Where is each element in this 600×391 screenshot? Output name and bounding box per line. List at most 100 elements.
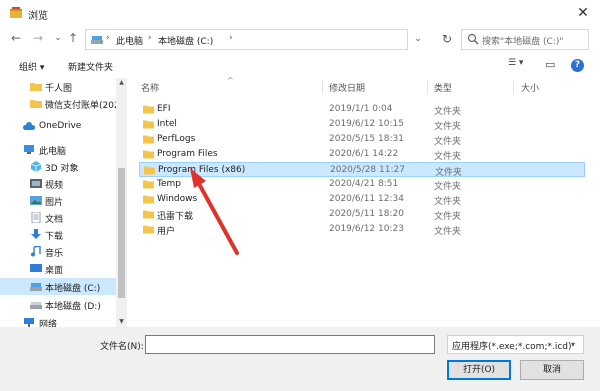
column-divider[interactable] [513, 80, 514, 94]
sidebar-item-wechat-bills[interactable]: 微信支付账单(202 [0, 95, 120, 112]
sidebar-item-documents[interactable]: 文档 [0, 209, 116, 226]
sidebar-scrollbar[interactable]: ▲ ▼ [116, 78, 127, 327]
sidebar-item-label: 网络 [39, 320, 58, 327]
file-name: 迅雷下载 [157, 212, 194, 222]
sidebar-item-local-disk-c[interactable]: 本地磁盘 (C:) [0, 278, 116, 295]
folder-icon [143, 210, 154, 219]
search-placeholder: 搜索"本地磁盘 (C:)" [482, 37, 564, 47]
column-header-modified[interactable]: 修改日期 [329, 81, 365, 94]
table-row[interactable]: Program Files 2020/6/1 14:22 文件夹 [139, 147, 585, 162]
open-button[interactable]: 打开(O) [447, 360, 511, 380]
search-icon [467, 33, 479, 45]
window-title: 浏览 [28, 11, 48, 22]
column-header-name[interactable]: 名称 [141, 81, 159, 94]
breadcrumb-separator: › [229, 33, 233, 43]
back-button[interactable]: ← [8, 30, 24, 46]
file-name: Windows [157, 194, 198, 204]
app-icon [10, 7, 22, 18]
sidebar-item-onedrive[interactable]: OneDrive [0, 118, 116, 135]
column-divider[interactable] [427, 80, 428, 94]
sidebar-item-label: 千人图 [45, 84, 73, 94]
dialog-footer: 文件名(N): ▾ 应用程序(*.exe;*.com;*.icd) ▾ 打开(O… [0, 327, 600, 391]
table-row[interactable]: EFI 2019/1/1 0:04 文件夹 [139, 102, 585, 117]
scrollbar-thumb[interactable] [118, 168, 125, 298]
navigation-bar: ← → ⌄ ↑ › 此电脑 › 本地磁盘 (C:) › ⌄ ↻ 搜索"本地磁盘 … [0, 26, 600, 52]
breadcrumb-local-disk-c[interactable]: 本地磁盘 (C:) [158, 34, 213, 47]
table-row[interactable]: 迅雷下载 2020/5/11 18:20 文件夹 [139, 207, 585, 222]
forward-button[interactable]: → [30, 30, 46, 46]
table-row[interactable]: PerfLogs 2020/5/15 18:31 文件夹 [139, 132, 585, 147]
column-header-type[interactable]: 类型 [434, 81, 452, 94]
sidebar-item-label: OneDrive [39, 121, 82, 131]
sidebar-item-desktop[interactable]: 桌面 [0, 260, 116, 277]
drive-icon [30, 302, 42, 309]
file-name: Temp [157, 179, 181, 189]
file-name: EFI [157, 104, 171, 114]
scroll-up-icon[interactable]: ▲ [116, 78, 127, 88]
file-name: Program Files [157, 149, 218, 159]
file-modified: 2020/5/28 11:27 [330, 165, 405, 175]
filetype-select[interactable]: 应用程序(*.exe;*.com;*.icd) ▾ [447, 335, 584, 354]
address-dropdown[interactable]: ⌄ [410, 29, 426, 50]
file-modified: 2020/5/11 18:20 [329, 209, 404, 219]
breadcrumb-this-pc[interactable]: 此电脑 [116, 34, 143, 47]
documents-icon [31, 212, 41, 223]
sidebar-item-pictures[interactable]: 图片 [0, 192, 116, 209]
new-folder-button[interactable]: 新建文件夹 [68, 60, 113, 73]
file-list: 名称 ^ 修改日期 类型 大小 EFI 2019/1/1 0:04 文件夹 In… [127, 76, 600, 327]
folder-icon [143, 195, 154, 204]
breadcrumb-separator: › [106, 33, 110, 43]
sidebar-item-videos[interactable]: 视频 [0, 175, 116, 192]
sidebar-item-music[interactable]: 音乐 [0, 243, 116, 260]
sidebar-item-label: 下载 [45, 232, 64, 242]
table-row[interactable]: Windows 2020/6/11 12:34 文件夹 [139, 192, 585, 207]
scroll-down-icon[interactable]: ▼ [116, 317, 127, 327]
command-bar: 组织 ▾ 新建文件夹 ☰ ▾ ▭ ? [0, 54, 600, 78]
column-divider[interactable] [322, 80, 323, 94]
file-modified: 2020/6/1 14:22 [329, 149, 399, 159]
sidebar-item-downloads[interactable]: 下载 [0, 226, 116, 243]
organize-menu[interactable]: 组织 ▾ [19, 60, 44, 73]
file-type: 文件夹 [434, 107, 462, 117]
sidebar-item-network[interactable]: 网络 [0, 314, 116, 327]
table-row[interactable]: Temp 2020/4/21 8:51 文件夹 [139, 177, 585, 192]
cloud-icon [23, 122, 35, 130]
sidebar-item-qianrentu[interactable]: 千人图 [0, 78, 116, 95]
sidebar-item-label: 文档 [45, 215, 64, 225]
folder-icon [30, 100, 42, 108]
folder-icon [143, 150, 154, 159]
table-row-selected[interactable]: Program Files (x86) 2020/5/28 11:27 文件夹 [139, 162, 585, 178]
folder-icon [143, 120, 154, 129]
search-input[interactable]: 搜索"本地磁盘 (C:)" [461, 29, 589, 50]
table-row[interactable]: Intel 2019/6/12 10:15 文件夹 [139, 117, 585, 132]
network-icon [24, 318, 34, 327]
sidebar-item-this-pc[interactable]: 此电脑 [0, 141, 116, 158]
address-bar[interactable]: › 此电脑 › 本地磁盘 (C:) › [85, 29, 408, 50]
preview-pane-icon[interactable]: ▭ [545, 58, 555, 71]
table-row[interactable]: 用户 2019/6/12 10:23 文件夹 [139, 222, 585, 237]
cancel-button[interactable]: 取消 [520, 360, 584, 380]
help-icon[interactable]: ? [571, 59, 584, 72]
recent-locations-dropdown[interactable]: ⌄ [50, 30, 66, 46]
file-name: PerfLogs [157, 134, 196, 144]
file-name: 用户 [157, 227, 176, 237]
column-header-size[interactable]: 大小 [521, 81, 539, 94]
filename-input[interactable]: ▾ [145, 335, 570, 354]
computer-icon [24, 145, 34, 154]
sidebar-item-local-disk-d[interactable]: 本地磁盘 (D:) [0, 296, 116, 313]
sidebar-item-label: 音乐 [45, 249, 64, 259]
pictures-icon [30, 196, 42, 205]
folder-icon [143, 180, 154, 189]
up-button[interactable]: ↑ [65, 30, 81, 46]
refresh-button[interactable]: ↻ [436, 29, 458, 50]
view-options-icon[interactable]: ☰ ▾ [508, 58, 523, 68]
file-modified: 2019/6/12 10:15 [329, 119, 404, 129]
close-button[interactable]: ✕ [572, 3, 594, 23]
folder-icon [144, 166, 155, 175]
drive-icon [91, 36, 103, 44]
file-name: Program Files (x86) [158, 165, 246, 175]
file-type: 文件夹 [434, 152, 462, 162]
sidebar-item-3d-objects[interactable]: 3D 对象 [0, 158, 116, 175]
folder-icon [143, 105, 154, 114]
desktop-icon [30, 264, 42, 272]
